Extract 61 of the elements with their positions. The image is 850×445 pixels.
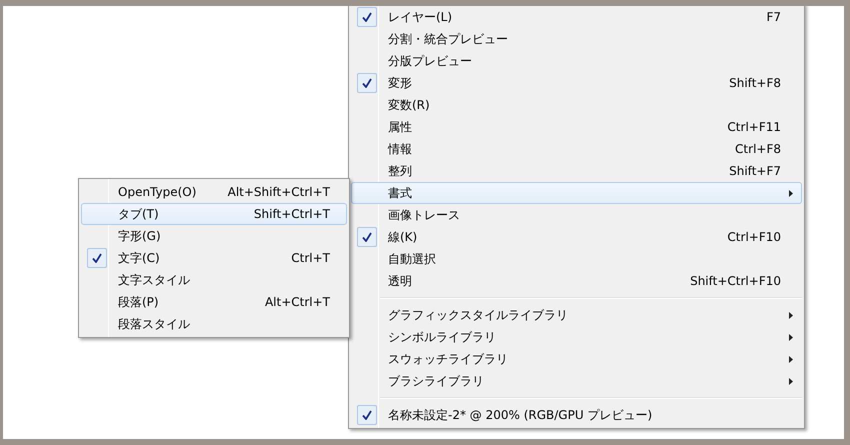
menu-item[interactable]: 文字スタイル [81, 269, 347, 291]
menu-item-label: 画像トレース [388, 207, 460, 224]
menu-item-label: 文字スタイル [118, 272, 190, 289]
menu-item-label: 自動選択 [388, 251, 436, 268]
menu-item[interactable]: OpenType(O) Alt+Shift+Ctrl+T [81, 181, 347, 203]
menu-item-label: 情報 [388, 141, 412, 158]
shortcut-label: Ctrl+F11 [727, 119, 781, 136]
menu-item-label: 変数(R) [388, 97, 430, 114]
shortcut-label: Alt+Ctrl+T [264, 294, 330, 311]
shortcut-label: Alt+Shift+Ctrl+T [228, 184, 330, 201]
menu-item-label: 字形(G) [118, 228, 161, 245]
menu-item[interactable]: 名称未設定-2* @ 200% (RGB/GPU プレビュー) [351, 404, 802, 426]
menu-item[interactable]: 変数(R) [351, 94, 802, 116]
shortcut-label: Ctrl+T [291, 250, 330, 267]
menu-item[interactable]: 書式 [351, 182, 802, 204]
menu-item[interactable]: ブラシライブラリ [351, 370, 802, 392]
menu-item-label: 分版プレビュー [388, 53, 472, 70]
menu-item-label: 整列 [388, 163, 412, 180]
menu-item-label: OpenType(O) [118, 184, 196, 201]
menu-item-label: スウォッチライブラリ [388, 351, 508, 368]
menu-item-label: 文字(C) [118, 250, 160, 267]
menu-item[interactable]: レイヤー(L) F7 [351, 6, 802, 28]
menu-item-label: レイヤー(L) [388, 9, 452, 26]
menu-item[interactable]: 画像トレース [351, 204, 802, 226]
menu-item[interactable]: 線(K) Ctrl+F10 [351, 226, 802, 248]
shortcut-label: Shift+F7 [729, 163, 781, 180]
menu-item-label: ブラシライブラリ [388, 373, 484, 390]
shortcut-label: Ctrl+F10 [727, 229, 781, 246]
menu-item-label: 書式 [388, 185, 412, 202]
menu-item[interactable]: 段落スタイル [81, 313, 347, 335]
menu-item[interactable]: 整列 Shift+F7 [351, 160, 802, 182]
menu-item-label: タブ(T) [118, 206, 159, 223]
menu-item-label: 変形 [388, 75, 412, 92]
menu-item[interactable]: 自動選択 [351, 248, 802, 270]
menu-item-label: シンボルライブラリ [388, 329, 496, 346]
menu-item-label: グラフィックスタイルライブラリ [388, 307, 568, 324]
menu-item[interactable]: スウォッチライブラリ [351, 348, 802, 370]
menu-item[interactable]: 分割・統合プレビュー [351, 28, 802, 50]
menu-item[interactable]: 段落(P) Alt+Ctrl+T [81, 291, 347, 313]
menu-item[interactable]: 情報 Ctrl+F8 [351, 138, 802, 160]
menu-item[interactable]: シンボルライブラリ [351, 326, 802, 348]
shortcut-label: Shift+F8 [729, 75, 781, 92]
menu-item-label: 名称未設定-2* @ 200% (RGB/GPU プレビュー) [388, 407, 652, 424]
shortcut-label: Ctrl+F8 [735, 141, 781, 158]
menu-item-label: 段落スタイル [118, 316, 190, 333]
menu-item[interactable]: 字形(G) [81, 225, 347, 247]
shortcut-label: Shift+Ctrl+F10 [690, 273, 781, 290]
menu-item-label: 段落(P) [118, 294, 159, 311]
menu-item[interactable]: 透明 Shift+Ctrl+F10 [351, 270, 802, 292]
menu-item-label: 線(K) [388, 229, 418, 246]
menu-item-label: 透明 [388, 273, 412, 290]
menu-item[interactable]: 属性 Ctrl+F11 [351, 116, 802, 138]
menu-item[interactable]: グラフィックスタイルライブラリ [351, 304, 802, 326]
menu-item-label: 分割・統合プレビュー [388, 31, 508, 48]
shortcut-label: F7 [766, 9, 781, 26]
menu-item[interactable]: 分版プレビュー [351, 50, 802, 72]
menu-item[interactable]: 文字(C) Ctrl+T [81, 247, 347, 269]
menu-item-label: 属性 [388, 119, 412, 136]
shortcut-label: Shift+Ctrl+T [254, 206, 330, 223]
menu-item[interactable]: 変形 Shift+F8 [351, 72, 802, 94]
menu-item[interactable]: タブ(T) Shift+Ctrl+T [81, 203, 347, 225]
